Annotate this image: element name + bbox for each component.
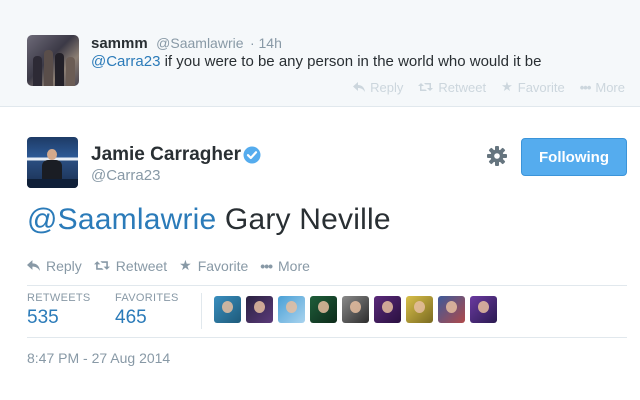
favoriter-avatar[interactable] xyxy=(406,296,433,323)
parent-tweet-text: @Carra23 if you were to be any person in… xyxy=(91,53,541,70)
parent-retweet-label: Retweet xyxy=(438,79,487,95)
favoriter-avatar[interactable] xyxy=(470,296,497,323)
favorites-label: FAVORITES xyxy=(115,292,179,304)
favoriter-avatar[interactable] xyxy=(278,296,305,323)
parent-favorite-label: Favorite xyxy=(517,79,565,95)
retweets-label: RETWEETS xyxy=(27,292,91,304)
parent-tweet-time[interactable]: · 14h xyxy=(250,35,282,51)
following-button[interactable]: Following xyxy=(521,138,627,176)
favoriter-avatar[interactable] xyxy=(438,296,465,323)
parent-tweet: sammm @Saamlawrie · 14h @Carra23 if you … xyxy=(0,0,640,107)
favoriter-avatars xyxy=(214,296,497,323)
favorites-count: 465 xyxy=(115,307,147,328)
divider xyxy=(27,285,627,286)
favoriter-avatar[interactable] xyxy=(310,296,337,323)
retweets-count: 535 xyxy=(27,307,59,328)
parent-retweet-button[interactable]: Retweet xyxy=(418,79,486,95)
favorite-button[interactable]: ★ Favorite xyxy=(179,257,248,274)
retweet-icon xyxy=(418,83,434,91)
favorites-stat[interactable]: FAVORITES 465 xyxy=(115,292,179,329)
more-icon: ••• xyxy=(579,79,592,95)
parent-avatar[interactable] xyxy=(27,35,79,86)
favoriter-avatar[interactable] xyxy=(214,296,241,323)
author-avatar[interactable] xyxy=(27,137,78,188)
parent-favorite-button[interactable]: ★ Favorite xyxy=(501,79,565,95)
divider xyxy=(27,337,627,338)
retweet-button[interactable]: Retweet xyxy=(93,257,168,274)
favoriter-avatar[interactable] xyxy=(342,296,369,323)
tweet-body: Gary Neville xyxy=(216,203,391,236)
favorite-label: Favorite xyxy=(197,257,249,274)
reply-icon xyxy=(353,82,366,92)
favoriter-avatar[interactable] xyxy=(374,296,401,323)
retweets-stat[interactable]: RETWEETS 535 xyxy=(27,292,91,329)
parent-tweet-actions: Reply Retweet ★ Favorite ••• More xyxy=(353,79,625,95)
parent-more-label: More xyxy=(595,79,625,95)
tweet-timestamp[interactable]: 8:47 PM - 27 Aug 2014 xyxy=(27,350,170,366)
retweet-label: Retweet xyxy=(115,257,168,274)
reply-button[interactable]: Reply xyxy=(27,257,82,274)
reply-label: Reply xyxy=(46,257,82,274)
author-name[interactable]: Jamie Carragher xyxy=(91,144,241,166)
more-button[interactable]: ••• More xyxy=(260,257,310,274)
parent-tweet-body: if you were to be any person in the worl… xyxy=(160,53,542,70)
tweet-text: @Saamlawrie Gary Neville xyxy=(27,203,391,237)
parent-mention-link[interactable]: @Carra23 xyxy=(91,53,160,70)
parent-tweet-header: sammm @Saamlawrie · 14h xyxy=(91,35,282,53)
retweet-icon xyxy=(93,261,110,270)
mention-link[interactable]: @Saamlawrie xyxy=(27,203,216,236)
star-icon: ★ xyxy=(501,79,513,94)
parent-reply-button[interactable]: Reply xyxy=(353,79,403,95)
tweet-actions: Reply Retweet ★ Favorite ••• More xyxy=(27,257,310,274)
stats-separator xyxy=(201,293,202,329)
parent-author-name[interactable]: sammm xyxy=(91,35,148,52)
parent-reply-label: Reply xyxy=(370,79,404,95)
author-handle[interactable]: @Carra23 xyxy=(91,167,160,184)
more-label: More xyxy=(278,257,310,274)
favoriter-avatar[interactable] xyxy=(246,296,273,323)
star-icon: ★ xyxy=(179,257,192,273)
more-icon: ••• xyxy=(260,257,273,274)
reply-icon xyxy=(27,260,40,271)
parent-more-button[interactable]: ••• More xyxy=(580,79,625,95)
gear-icon[interactable] xyxy=(486,145,508,167)
verified-badge-icon xyxy=(243,146,261,164)
parent-author-handle[interactable]: @Saamlawrie xyxy=(156,35,243,51)
